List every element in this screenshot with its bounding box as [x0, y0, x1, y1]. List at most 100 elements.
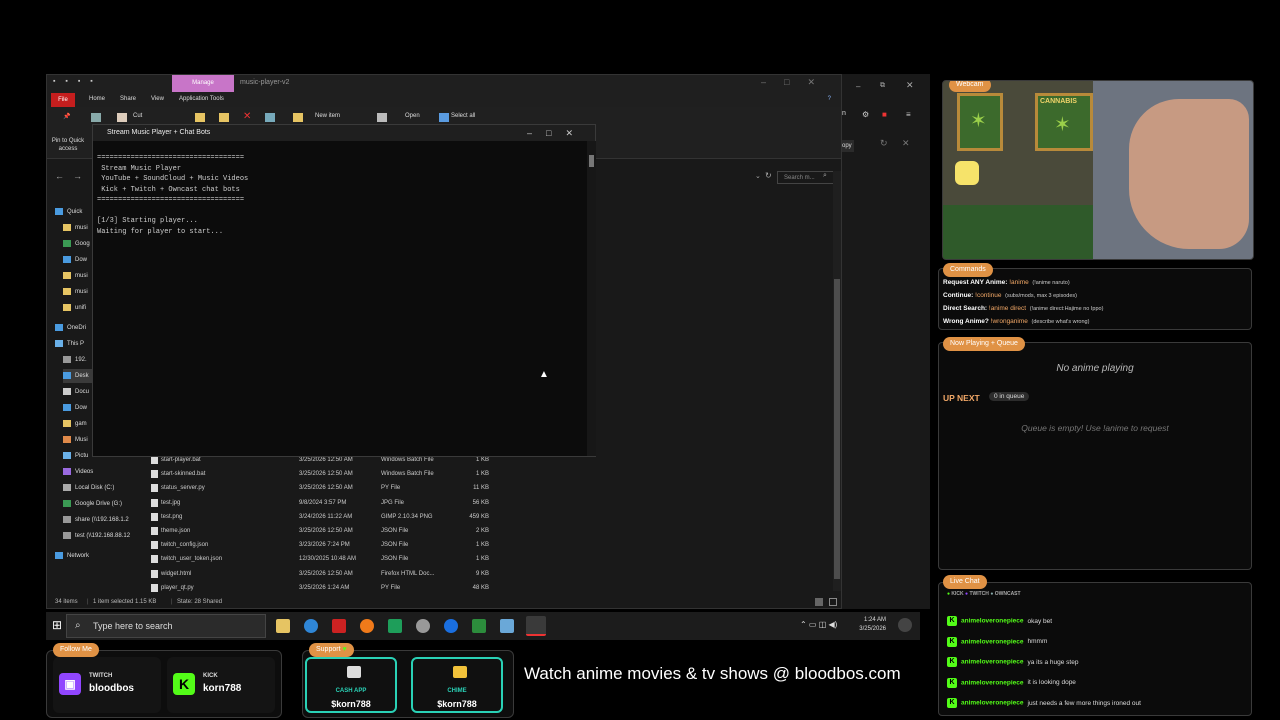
- cashapp-card[interactable]: CASH APP $korn788: [305, 657, 397, 713]
- browser-toolbar-icon[interactable]: n: [842, 110, 846, 117]
- details-view-icon[interactable]: [815, 598, 823, 606]
- nav-item[interactable]: Google Drive (G:): [63, 497, 122, 511]
- chevron-down-icon[interactable]: ⌄: [755, 172, 761, 180]
- explorer-scrollbar[interactable]: [833, 171, 841, 591]
- browser-taskbar-icon[interactable]: [444, 619, 458, 633]
- file-row[interactable]: player_qt.py 3/25/2026 1:24 AM PY File 48 K…: [147, 581, 537, 595]
- console-scroll-thumb[interactable]: [589, 155, 594, 167]
- file-row[interactable]: widget.html 3/25/2026 12:50 AM Firefox HTM…: [147, 567, 537, 581]
- new-folder-icon[interactable]: [293, 113, 303, 122]
- refresh-icon[interactable]: ↻: [765, 171, 772, 180]
- nav-item[interactable]: share (\\192.168.1.2: [63, 513, 129, 527]
- tab-application-tools[interactable]: Application Tools: [179, 96, 224, 102]
- window-controls[interactable]: –□✕: [761, 77, 833, 88]
- system-tray-icons[interactable]: ⌃ ▭ ◫ ◀): [800, 620, 837, 629]
- nav-item-label: share (\\192.168.1.2: [75, 517, 129, 523]
- manage-tab[interactable]: Manage: [172, 75, 234, 92]
- paste-icon[interactable]: [117, 113, 127, 122]
- tab-file[interactable]: File: [51, 93, 75, 107]
- select-all-icon[interactable]: [439, 113, 449, 122]
- nav-item[interactable]: Pictu: [63, 449, 88, 463]
- taskbar-search-box[interactable]: ⌕ Type here to search: [66, 614, 266, 638]
- cut-button[interactable]: Cut: [133, 113, 142, 119]
- forward-arrow-icon[interactable]: →: [73, 171, 82, 181]
- nav-item[interactable]: Dow: [63, 401, 87, 415]
- nav-item[interactable]: 192.: [63, 353, 87, 367]
- console-window[interactable]: Stream Music Player + Chat Bots –□✕ ====…: [92, 124, 596, 457]
- copy-button[interactable]: opy: [842, 140, 854, 152]
- nav-item[interactable]: Docu: [63, 385, 89, 399]
- notification-icon[interactable]: [898, 618, 912, 632]
- console-window-controls[interactable]: –□✕: [527, 125, 587, 141]
- properties-icon[interactable]: [377, 113, 387, 122]
- nav-item[interactable]: Musi: [63, 433, 88, 447]
- chime-card[interactable]: CHIME $korn788: [411, 657, 503, 713]
- file-row[interactable]: status_server.py 3/25/2026 12:50 AM PY Fil…: [147, 481, 537, 495]
- nav-item[interactable]: OneDri: [55, 321, 86, 335]
- chat-platforms: ● KICK ● TWITCH ● OWNCAST: [947, 591, 1021, 597]
- new-item-button[interactable]: New item: [315, 113, 340, 119]
- help-icon[interactable]: ?: [828, 96, 831, 102]
- windows-start-icon[interactable]: ⊞: [52, 618, 62, 632]
- nav-item[interactable]: Local Disk (C:): [63, 481, 114, 495]
- app3-taskbar-icon[interactable]: [500, 619, 514, 633]
- twitch-card[interactable]: ▣ TWITCH bloodbos: [53, 657, 161, 713]
- search-icon[interactable]: ⌕: [823, 172, 827, 180]
- sheets-taskbar-icon[interactable]: [388, 619, 402, 633]
- tiles-view-icon[interactable]: [829, 598, 837, 606]
- file-row[interactable]: test.png 3/24/2026 11:22 AM GIMP 2.10.34 P…: [147, 510, 537, 524]
- nav-item[interactable]: musi: [63, 285, 88, 299]
- nav-item[interactable]: Goog: [63, 237, 90, 251]
- nav-item[interactable]: gam: [63, 417, 87, 431]
- move-to-icon[interactable]: [195, 113, 205, 122]
- select-all-button[interactable]: Select all: [451, 113, 475, 119]
- menu-icon[interactable]: ≡: [906, 110, 911, 119]
- edge-taskbar-icon[interactable]: [304, 619, 318, 633]
- pin-quick-access-label[interactable]: Pin to Quick access: [51, 137, 85, 153]
- rename-icon[interactable]: [265, 113, 275, 122]
- explorer-titlebar[interactable]: ▪ ▪ ▪ ▪ Manage music-player-v2 –□✕: [47, 75, 841, 93]
- copy-icon[interactable]: [91, 113, 101, 122]
- terminal-taskbar-icon[interactable]: [526, 616, 546, 636]
- file-row[interactable]: theme.json 3/25/2026 12:50 AM JSON File 2 K…: [147, 524, 537, 538]
- back-arrow-icon[interactable]: ←: [55, 171, 64, 181]
- tab-share[interactable]: Share: [120, 96, 136, 102]
- nav-item[interactable]: musi: [63, 269, 88, 283]
- nav-item[interactable]: musi: [63, 221, 88, 235]
- tab-view[interactable]: View: [151, 96, 164, 102]
- reload-icon[interactable]: ↻: [880, 138, 888, 149]
- shield-icon[interactable]: ■: [882, 110, 887, 119]
- nav-item[interactable]: Network: [55, 549, 89, 563]
- file-explorer-taskbar-icon[interactable]: [276, 619, 290, 633]
- open-button[interactable]: Open: [405, 113, 420, 119]
- app2-taskbar-icon[interactable]: [472, 619, 486, 633]
- obs-taskbar-icon[interactable]: [416, 619, 430, 633]
- firefox-taskbar-icon[interactable]: [360, 619, 374, 633]
- file-row[interactable]: test.jpg 9/8/2024 3:57 PM JPG File 56 KB: [147, 496, 537, 510]
- nav-item[interactable]: test (\\192.168.88.12: [63, 529, 130, 543]
- extensions-icon[interactable]: ⚙: [862, 110, 869, 119]
- nav-item[interactable]: Dow: [63, 253, 87, 267]
- clock[interactable]: 1:24 AM 3/25/2026: [859, 616, 886, 634]
- console-titlebar[interactable]: Stream Music Player + Chat Bots –□✕: [93, 125, 595, 141]
- file-row[interactable]: twitch_user_token.json 12/30/2025 10:48 A…: [147, 552, 537, 566]
- nav-item[interactable]: unifi: [63, 301, 86, 315]
- scrollbar-thumb[interactable]: [834, 279, 840, 579]
- minimize-icon[interactable]: –: [856, 82, 860, 91]
- nav-item[interactable]: This P: [55, 337, 84, 351]
- tab-home[interactable]: Home: [89, 96, 105, 102]
- kick-card[interactable]: K KICK korn788: [167, 657, 275, 713]
- file-row[interactable]: start-skinned.bat 3/25/2026 12:50 AM Windo…: [147, 467, 537, 481]
- restore-icon[interactable]: ⧉: [880, 82, 885, 90]
- nav-item[interactable]: Quick: [55, 205, 82, 219]
- app-taskbar-icon[interactable]: [332, 619, 346, 633]
- delete-icon[interactable]: ✕: [243, 111, 251, 122]
- console-scrollbar[interactable]: [587, 141, 596, 456]
- close-icon[interactable]: ✕: [906, 80, 914, 91]
- file-row[interactable]: twitch_config.json 3/23/2026 7:24 PM JSON …: [147, 538, 537, 552]
- copy-to-icon[interactable]: [219, 113, 229, 122]
- nav-item[interactable]: Videos: [63, 465, 93, 479]
- pin-icon[interactable]: 📌: [63, 113, 73, 122]
- quick-access-toolbar[interactable]: ▪ ▪ ▪ ▪: [53, 78, 97, 85]
- close-panel-icon[interactable]: ✕: [902, 138, 910, 149]
